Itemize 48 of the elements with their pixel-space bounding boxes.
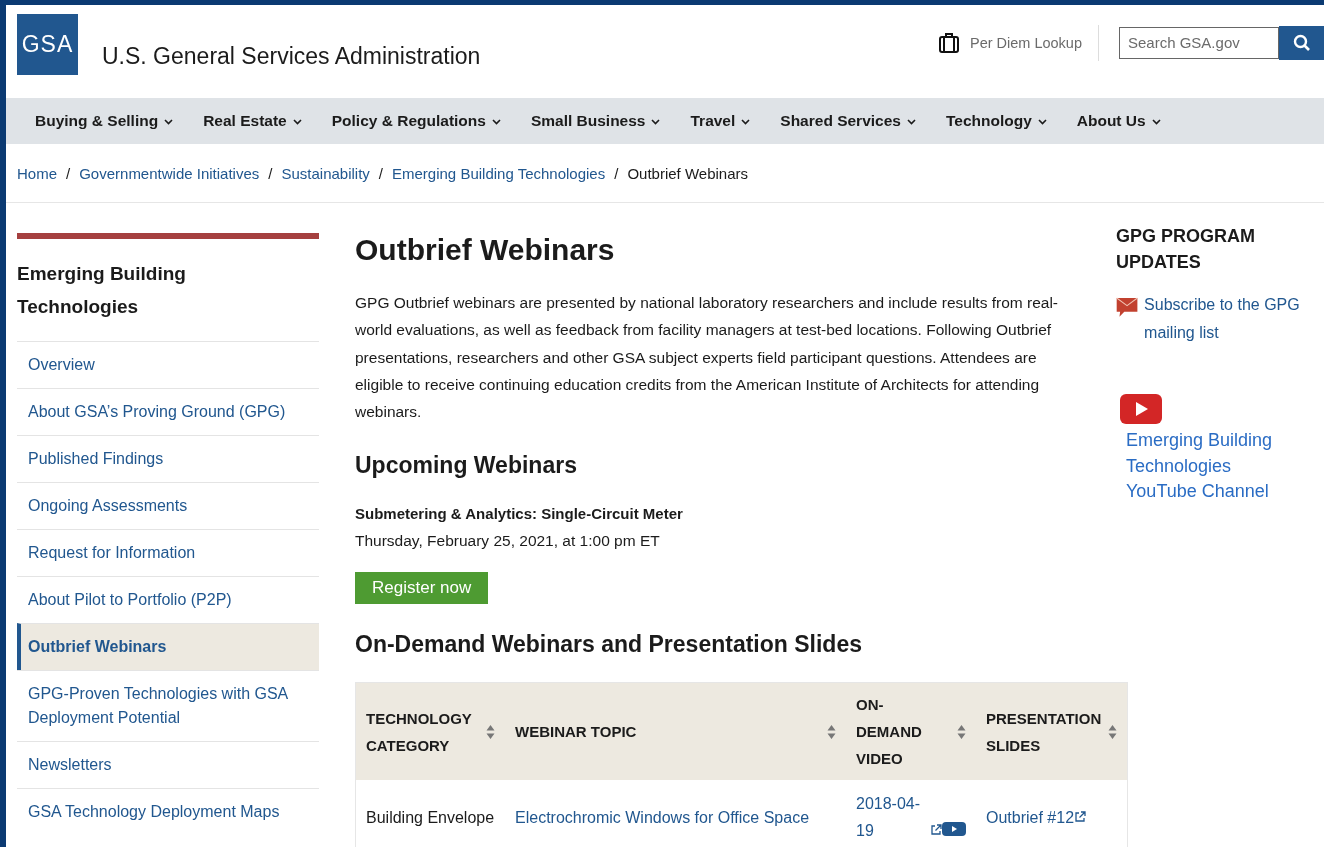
section-heading: On-Demand Webinars and Presentation Slides: [355, 630, 863, 660]
video-link[interactable]: 2018-04-19: [856, 790, 930, 845]
site-title: U.S. General Services Administration: [102, 43, 481, 70]
sidebar-item[interactable]: Request for Information: [17, 529, 319, 576]
column-header[interactable]: WEBINAR TOPIC: [505, 683, 846, 781]
nav-menu-item[interactable]: Travel: [690, 112, 751, 130]
webinar-link[interactable]: Electrochromic Windows for Office Space: [515, 809, 810, 826]
event-date: Thursday, February 25, 2021, at 1:00 pm ET: [355, 531, 661, 552]
per-diem-link[interactable]: Per Diem Lookup: [937, 25, 1099, 61]
column-header[interactable]: ON-DEMAND VIDEO: [846, 683, 976, 781]
event-title: Submetering & Analytics: Single-Circuit Meter: [355, 504, 684, 525]
nav-menu-item[interactable]: Buying & Selling: [35, 112, 174, 130]
intro-paragraph: GPG Outbrief webinars are presented by national laboratory researchers and include results from real-world evaluations, as well as feedback from facility managers at test-bed locations. Following Outbrief presentations, researchers and other GSA subject experts field participant questions. Attendees are eligible to receive continuing education credits from the American Institute of Architects for attending webinars.: [355, 293, 1059, 423]
section-heading: Upcoming Webinars: [355, 451, 578, 481]
breadcrumb-current: Outbrief Webinars: [627, 164, 748, 182]
sidebar-item[interactable]: GPG-Proven Technologies with GSA Deployment Potential: [17, 670, 319, 741]
nav-menu-item[interactable]: Small Business: [530, 112, 661, 130]
breadcrumb-link[interactable]: Sustainability: [281, 164, 370, 182]
sidebar-item[interactable]: GSA Technology Deployment Maps: [17, 788, 319, 835]
breadcrumb-separator: /: [614, 164, 619, 182]
breadcrumb-link[interactable]: Emerging Building Technologies: [392, 164, 606, 182]
slides-link[interactable]: Outbrief #12: [986, 809, 1075, 826]
column-header[interactable]: PRESENTATION SLIDES: [976, 683, 1128, 781]
updates-heading: GPG PROGRAM UPDATES: [1116, 225, 1256, 274]
nav-menu-item[interactable]: Shared Services: [780, 112, 916, 130]
sidebar-item[interactable]: About GSA’s Proving Ground (GPG): [17, 388, 319, 435]
breadcrumb-separator: /: [268, 164, 273, 182]
nav-menu-item[interactable]: Technology: [945, 112, 1047, 130]
gsa-logo[interactable]: GSA: [17, 14, 78, 75]
sidebar-item[interactable]: Outbrief Webinars: [17, 623, 319, 670]
table-cell: Building Envelope: [355, 780, 505, 847]
sidebar-item[interactable]: Overview: [17, 341, 319, 388]
breadcrumb-link[interactable]: Home: [17, 164, 57, 182]
sidebar-item[interactable]: Ongoing Assessments: [17, 482, 319, 529]
nav-menu-item[interactable]: Policy & Regulations: [331, 112, 501, 130]
breadcrumb-link[interactable]: Governmentwide Initiatives: [79, 164, 260, 182]
column-header[interactable]: TECHNOLOGY CATEGORY: [355, 683, 505, 781]
sidebar-item[interactable]: Published Findings: [17, 435, 319, 482]
nav-menu-item[interactable]: Real Estate: [203, 112, 302, 130]
page-title: Outbrief Webinars: [355, 232, 616, 268]
search-field[interactable]: Search GSA.gov: [1119, 26, 1279, 59]
breadcrumb-separator: /: [378, 164, 383, 182]
nav-menu-item[interactable]: About Us: [1076, 112, 1161, 130]
youtube-channel-link[interactable]: Emerging Building Technologies YouTube Channel: [1126, 428, 1276, 505]
sidebar-item[interactable]: Newsletters: [17, 741, 319, 788]
sidebar-title: Emerging Building Technologies: [17, 262, 187, 319]
breadcrumb-separator: /: [66, 164, 71, 182]
subscribe-link[interactable]: Subscribe to the GPG mailing list: [1144, 291, 1306, 347]
